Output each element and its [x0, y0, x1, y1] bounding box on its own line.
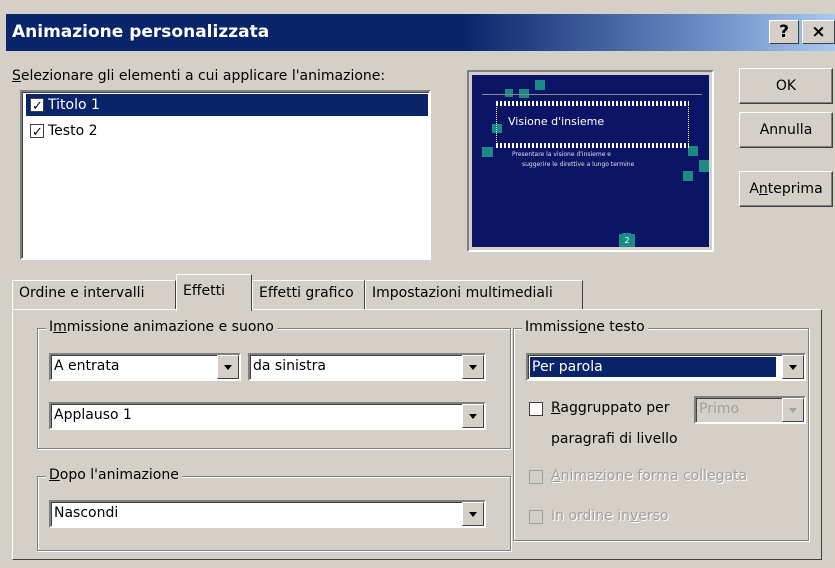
chevron-down-icon[interactable] — [462, 355, 484, 379]
effect-value: A entrata — [54, 358, 120, 374]
after-legend-accesskey: D — [49, 467, 60, 483]
text-entry-select[interactable]: Per parola — [526, 353, 806, 381]
slide-preview: Visione d'insieme Presentare la visione … — [467, 70, 714, 252]
effect-select[interactable]: A entrata — [49, 353, 241, 381]
entry-animation-group: Immissione animazione e suono — [37, 319, 511, 449]
preview-button-pre: A — [749, 181, 759, 197]
grouped-label: Raggruppato per — [551, 400, 670, 416]
list-item-titolo[interactable]: Titolo 1 — [26, 94, 428, 118]
after-legend-post: opo l'animazione — [59, 467, 179, 483]
ok-button[interactable]: OK — [739, 68, 833, 104]
elements-label-text: elezionare gli elementi a cui applicare … — [20, 68, 386, 84]
elements-list[interactable]: Titolo 1 Testo 2 — [20, 90, 431, 260]
preview-button-post: teprima — [767, 181, 823, 197]
chevron-down-icon[interactable] — [462, 404, 484, 428]
entry-legend-post: missione animazione e suono — [66, 319, 274, 335]
close-button[interactable]: × — [802, 20, 835, 44]
tab-effetti[interactable]: Effetti — [176, 274, 252, 311]
text-legend-pre: Immissi — [525, 319, 579, 335]
slide-body-line2: suggerire le direttive a lungo termine — [522, 161, 635, 168]
paragraphs-label: paragrafi di livello — [551, 431, 678, 447]
attached-label-accesskey: A — [551, 468, 561, 484]
slide-body-line1: Presentare la visione d'insieme e — [512, 151, 612, 158]
dialog-title: Animazione personalizzata — [12, 22, 270, 42]
attached-label-post: nimazione forma collegata — [560, 468, 748, 484]
slide-title-text: Visione d'insieme — [508, 115, 605, 128]
direction-select[interactable]: da sinistra — [248, 353, 486, 381]
effects-panel: Immissione animazione e suono A entrata … — [12, 309, 822, 560]
reverse-order-label: In ordine inverso — [551, 508, 669, 524]
dialog-window: Animazione personalizzata ? × Selezionar… — [0, 0, 835, 568]
chevron-down-icon[interactable] — [782, 398, 804, 422]
grouped-label-accesskey: R — [551, 400, 561, 416]
grouped-label-post: aggruppato per — [560, 400, 670, 416]
text-legend-post: ne testo — [587, 319, 645, 335]
elements-label: Selezionare gli elementi a cui applicare… — [12, 68, 385, 84]
cancel-button[interactable]: Annulla — [739, 112, 833, 148]
tab-ordine-intervalli[interactable]: Ordine e intervalli — [12, 280, 176, 310]
attached-shape-label: Animazione forma collegata — [551, 468, 747, 484]
level-value: Primo — [699, 401, 740, 417]
entry-group-legend: Immissione animazione e suono — [46, 319, 277, 335]
elements-label-accesskey: S — [12, 68, 21, 84]
titolo-checkbox[interactable] — [30, 96, 44, 118]
entry-legend-accesskey: m — [53, 319, 67, 335]
after-animation-select[interactable]: Nascondi — [49, 500, 486, 528]
slide-number: 2 — [619, 234, 635, 247]
sound-select[interactable]: Applauso 1 — [49, 402, 486, 430]
grouped-checkbox[interactable] — [529, 402, 543, 416]
tab-effetti-grafico[interactable]: Effetti grafico — [252, 280, 365, 310]
reverse-label-post: erso — [638, 508, 669, 524]
preview-button-accesskey: n — [758, 181, 768, 197]
preview-button[interactable]: Anteprima — [739, 171, 833, 207]
reverse-label-pre: In ordine in — [551, 508, 631, 524]
list-item-label: Titolo 1 — [48, 97, 100, 113]
after-value: Nascondi — [54, 505, 119, 521]
text-group-legend: Immissione testo — [522, 319, 648, 335]
level-select[interactable]: Primo — [694, 396, 806, 424]
chevron-down-icon[interactable] — [217, 355, 239, 379]
attached-shape-checkbox[interactable] — [529, 470, 543, 484]
text-entry-value: Per parola — [530, 357, 776, 377]
help-button[interactable]: ? — [769, 20, 799, 44]
title-bar: Animazione personalizzata ? × — [6, 14, 835, 51]
list-item-label: Testo 2 — [48, 123, 98, 139]
chevron-down-icon[interactable] — [462, 502, 484, 526]
testo-checkbox[interactable] — [30, 122, 44, 144]
sound-value: Applauso 1 — [54, 407, 132, 423]
direction-value: da sinistra — [253, 358, 326, 374]
chevron-down-icon[interactable] — [782, 355, 804, 379]
tab-impostazioni-multimediali[interactable]: Impostazioni multimediali — [365, 280, 583, 310]
list-item-testo[interactable]: Testo 2 — [26, 120, 426, 144]
reverse-order-checkbox[interactable] — [529, 510, 543, 524]
after-group-legend: Dopo l'animazione — [46, 467, 182, 483]
slide-thumbnail: Visione d'insieme Presentare la visione … — [472, 75, 709, 247]
